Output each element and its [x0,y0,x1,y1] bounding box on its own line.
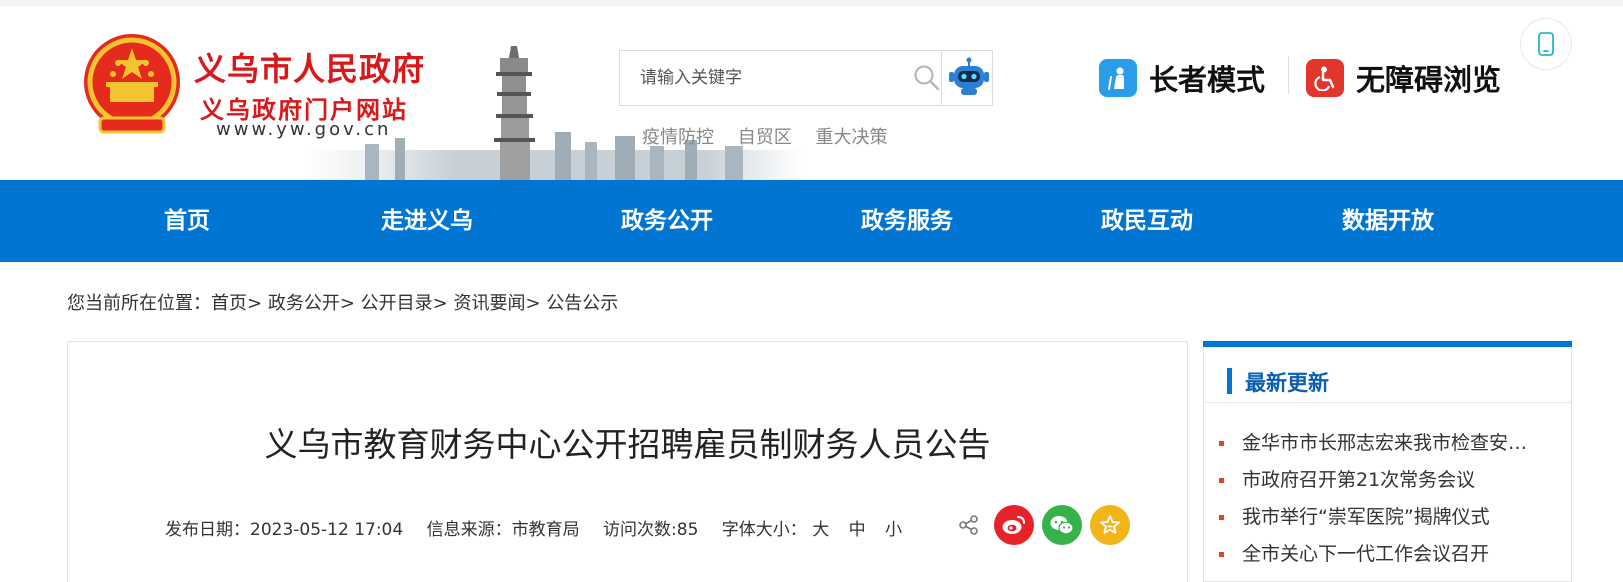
news-item[interactable]: 全市关心下一代工作会议召开 [1204,536,1532,573]
news-item[interactable]: 市政府召开第21次常务会议 [1204,462,1532,499]
site-header: 义乌市人民政府 义乌政府门户网站 www.yw.gov.cn 请输入关键字 疫情… [0,6,1623,180]
publish-date-label: 发布日期： [165,520,250,540]
search-input[interactable] [620,51,920,105]
nav-item-gov-open[interactable]: 政务公开 [621,180,713,262]
accessibility-label: 无障碍浏览 [1356,63,1502,97]
latest-updates-panel: 最新更新 金华市市长邢志宏来我市检查安全生产工作 市政府召开第21次常务会议 我… [1203,341,1572,582]
mobile-phone-icon [1538,32,1554,56]
search-box [619,50,993,106]
sidebar-title-marker [1227,368,1232,394]
news-item[interactable]: 我市举行“崇军医院”揭牌仪式 [1204,499,1532,536]
mode-divider [1288,56,1289,94]
nav-item-home[interactable]: 首页 [164,180,210,262]
robot-assistant-icon[interactable] [946,57,992,99]
accessibility-button[interactable]: 无障碍浏览 [1306,58,1501,98]
weibo-icon[interactable] [994,505,1034,545]
source-value: 市教育局 [511,520,580,540]
elder-mode-label: 长者模式 [1149,63,1266,97]
search-icon[interactable] [912,63,942,93]
breadcrumb-link[interactable]: 政务公开 [268,293,340,314]
breadcrumb-separator: > [525,293,541,314]
visits-label: 访问次数: [603,520,677,540]
hotwords: 疫情防控 自贸区 重大决策 [642,123,905,149]
mobile-version-button[interactable] [1520,18,1572,70]
latest-news-list: 金华市市长邢志宏来我市检查安全生产工作 市政府召开第21次常务会议 我市举行“崇… [1204,425,1571,573]
breadcrumb: 您当前所在位置：首页> 政务公开> 公开目录> 资讯要闻> 公告公示 [67,289,618,315]
source-label: 信息来源： [426,520,512,540]
font-size-small-button[interactable]: 小 [885,520,902,540]
breadcrumb-separator: > [247,293,263,314]
share-icon[interactable] [958,514,980,536]
news-item[interactable]: 金华市市长邢志宏来我市检查安全生产工作 [1204,425,1532,462]
hotword-link[interactable]: 疫情防控 [642,127,714,148]
sidebar-header: 最新更新 [1204,347,1571,403]
font-size-large-button[interactable]: 大 [812,520,829,540]
news-item-title: 我市举行“崇军医院”揭牌仪式 [1242,506,1490,528]
nav-item-open-data[interactable]: 数据开放 [1342,180,1434,262]
news-item-title: 市政府召开第21次常务会议 [1242,469,1476,491]
bullet-dot [1219,515,1224,520]
article-panel: 义乌市教育财务中心公开招聘雇员制财务人员公告 发布日期：2023-05-12 1… [67,341,1188,582]
hotword-link[interactable]: 自贸区 [738,127,792,148]
wechat-icon[interactable] [1042,505,1082,545]
hotword-link[interactable]: 重大决策 [815,127,887,148]
breadcrumb-separator: > [432,293,448,314]
sidebar-title: 最新更新 [1245,371,1329,395]
nav-item-interaction[interactable]: 政民互动 [1101,180,1193,262]
search-divider [941,51,942,105]
publish-date: 2023-05-12 17:04 [250,520,404,540]
elder-mode-button[interactable]: 长者模式 [1099,58,1265,98]
font-size-label: 字体大小： [721,520,807,540]
visits-count: 85 [676,520,699,540]
breadcrumb-prefix: 您当前所在位置： [67,293,211,314]
main-nav: 首页 走进义乌 政务公开 政务服务 政民互动 数据开放 [0,180,1623,262]
font-size-medium-button[interactable]: 中 [849,520,866,540]
nav-item-gov-service[interactable]: 政务服务 [861,180,953,262]
bullet-dot [1219,441,1224,446]
elder-person-icon [1099,59,1137,97]
article-meta: 发布日期：2023-05-12 17:04 信息来源：市教育局 访问次数:85 … [165,515,916,540]
breadcrumb-current[interactable]: 公告公示 [546,293,618,314]
news-item-title: 金华市市长邢志宏来我市检查安全生产工作 [1242,432,1532,454]
bullet-dot [1219,478,1224,483]
breadcrumb-link[interactable]: 资讯要闻 [453,293,525,314]
nav-item-about-yiwu[interactable]: 走进义乌 [381,180,473,262]
breadcrumb-separator: > [339,293,355,314]
article-title: 义乌市教育财务中心公开招聘雇员制财务人员公告 [264,425,991,464]
favorite-icon[interactable] [1090,505,1130,545]
wheelchair-icon [1306,59,1344,97]
bullet-dot [1219,552,1224,557]
news-item-title: 全市关心下一代工作会议召开 [1242,543,1490,565]
breadcrumb-link[interactable]: 公开目录 [361,293,433,314]
breadcrumb-link[interactable]: 首页 [211,293,247,314]
national-emblem-logo[interactable] [80,30,184,140]
